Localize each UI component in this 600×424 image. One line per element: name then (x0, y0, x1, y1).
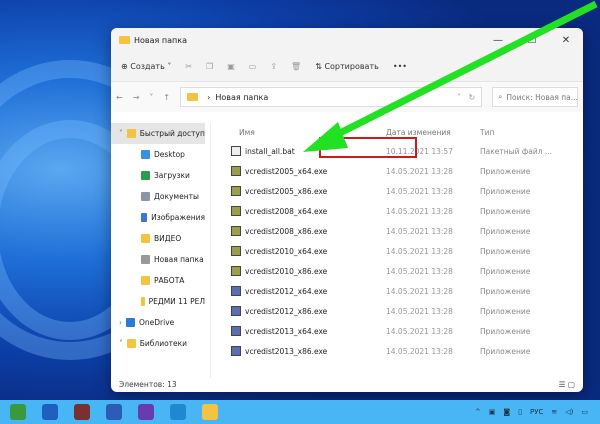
taskbar-app-icon[interactable] (42, 404, 58, 420)
mic-icon[interactable]: ▯ (518, 408, 522, 416)
volume-icon[interactable]: ◁) (565, 408, 573, 416)
green-arrow (303, 0, 598, 152)
battery-icon[interactable]: ▭ (581, 408, 588, 416)
wifi-icon[interactable]: ≋ (551, 408, 557, 416)
taskbar: ^ ▣ ◙ ▯ РУС ≋ ◁) ▭ (0, 400, 600, 424)
taskbar-app-icon[interactable] (10, 404, 26, 420)
system-tray: ^ ▣ ◙ ▯ РУС ≋ ◁) ▭ (475, 408, 600, 416)
taskbar-app-icon[interactable] (74, 404, 90, 420)
tray-icon[interactable]: ◙ (503, 408, 510, 416)
taskbar-app-icon[interactable] (170, 404, 186, 420)
chevron-up-icon[interactable]: ^ (475, 408, 481, 416)
tray-icon[interactable]: ▣ (489, 408, 496, 416)
taskbar-app-icon[interactable] (202, 404, 218, 420)
taskbar-app-icon[interactable] (106, 404, 122, 420)
taskbar-app-icon[interactable] (138, 404, 154, 420)
language-indicator[interactable]: РУС (530, 408, 543, 416)
